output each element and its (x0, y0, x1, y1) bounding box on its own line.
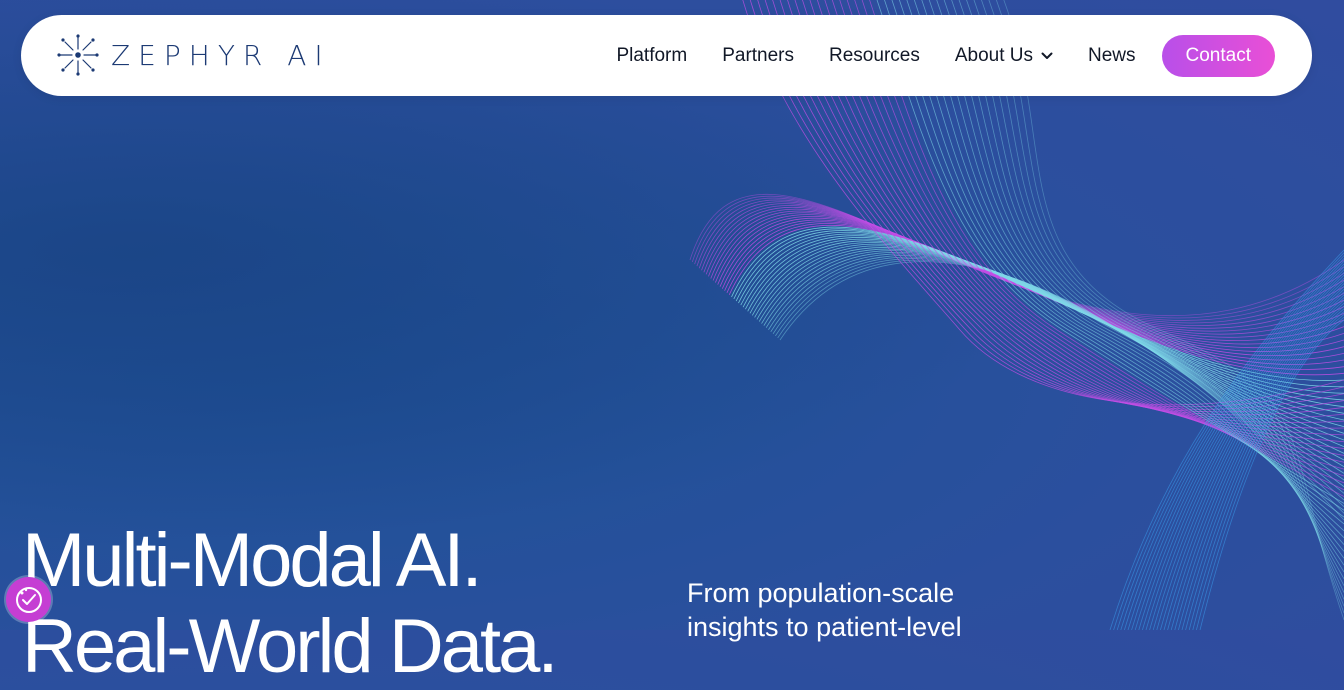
wave-line (775, 258, 1344, 507)
contact-button[interactable]: Contact (1161, 35, 1275, 77)
wave-line (1127, 263, 1344, 630)
starburst-logo-icon (57, 34, 99, 76)
wave-line (689, 194, 1344, 317)
nav-partners[interactable]: Partners (722, 45, 794, 67)
nav-platform[interactable]: Platform (616, 45, 687, 67)
hero-title-line-2: Real-World Data. (22, 604, 558, 689)
wave-line (1156, 286, 1344, 630)
accessibility-button[interactable] (6, 577, 51, 622)
top-navbar: ZEPHYR AI Platform Partners Resources Ab… (21, 15, 1312, 96)
main-nav: Platform Partners Resources About Us New… (616, 35, 1275, 77)
hero-subtitle-line-2: insights to patient-level (687, 612, 962, 642)
hero-title: Multi-Modal AI. Real-World Data. (22, 518, 558, 690)
hero-subtitle-line-1: From population-scale (687, 578, 955, 608)
wave-line (745, 237, 1344, 421)
accessibility-icon (15, 586, 42, 613)
nav-about-us[interactable]: About Us (955, 45, 1053, 67)
wave-line (1192, 314, 1344, 630)
hero-title-line-1: Multi-Modal AI. (22, 518, 483, 603)
nav-about-us-label: About Us (954, 45, 1033, 66)
hero-subtitle: From population-scale insights to patien… (687, 576, 1007, 644)
nav-resources[interactable]: Resources (829, 45, 920, 67)
nav-news[interactable]: News (1088, 45, 1136, 67)
brand-name: ZEPHYR AI (111, 38, 331, 72)
brand-logo[interactable]: ZEPHYR AI (57, 33, 331, 77)
wave-line (703, 205, 1344, 332)
chevron-down-icon (1041, 52, 1053, 59)
wave-line (758, 247, 1344, 461)
